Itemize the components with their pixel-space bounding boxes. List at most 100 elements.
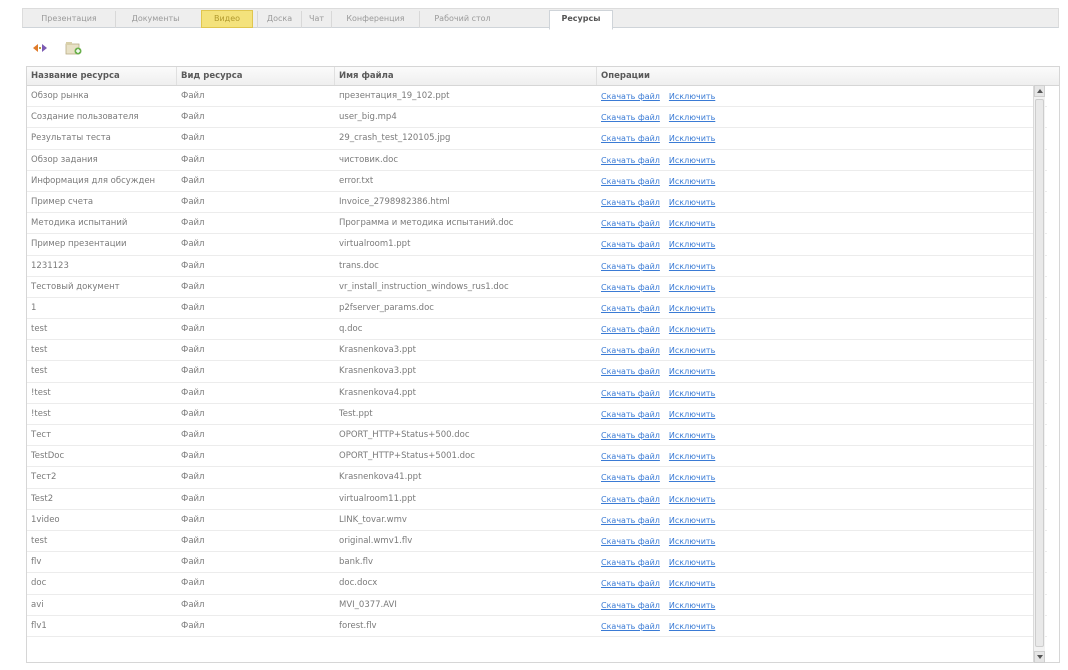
download-file-link[interactable]: Скачать файл (601, 622, 660, 631)
exclude-link[interactable]: Исключить (669, 198, 715, 207)
download-file-link[interactable]: Скачать файл (601, 367, 660, 376)
column-header-type[interactable]: Вид ресурса (177, 67, 335, 85)
file-name: p2fserver_params.doc (339, 302, 434, 313)
tab-conference[interactable]: Конференция (331, 11, 419, 28)
table-row[interactable]: Создание пользователя Файл user_big.mp4 Ска… (27, 107, 1047, 129)
exclude-link[interactable]: Исключить (669, 389, 715, 398)
exclude-link[interactable]: Исключить (669, 367, 715, 376)
table-row[interactable]: Методика испытаний Файл Программа и методи… (27, 213, 1047, 235)
table-row[interactable]: Пример счета Файл Invoice_2798982386.html С… (27, 192, 1047, 214)
download-file-link[interactable]: Скачать файл (601, 495, 660, 504)
table-row[interactable]: test Файл original.wmv1.flv Скачать файл Иск… (27, 531, 1047, 553)
download-file-link[interactable]: Скачать файл (601, 601, 660, 610)
exclude-link[interactable]: Исключить (669, 92, 715, 101)
download-file-link[interactable]: Скачать файл (601, 283, 660, 292)
exclude-link[interactable]: Исключить (669, 283, 715, 292)
table-row[interactable]: test Файл q.doc Скачать файл Исключить (27, 319, 1047, 341)
exclude-link[interactable]: Исключить (669, 156, 715, 165)
exclude-link[interactable]: Исключить (669, 473, 715, 482)
table-row[interactable]: !test Файл Test.ppt Скачать файл Исключить (27, 404, 1047, 425)
tab-documents[interactable]: Документы (115, 11, 195, 28)
exclude-link[interactable]: Исключить (669, 134, 715, 143)
download-file-link[interactable]: Скачать файл (601, 304, 660, 313)
vertical-scrollbar[interactable] (1033, 85, 1045, 663)
tab-desktop[interactable]: Рабочий стол (419, 11, 505, 28)
download-file-link[interactable]: Скачать файл (601, 92, 660, 101)
exclude-link[interactable]: Исключить (669, 431, 715, 440)
table-row[interactable]: Пример презентации Файл virtualroom1.ppt Ск… (27, 234, 1047, 256)
exclude-link[interactable]: Исключить (669, 495, 715, 504)
exclude-link[interactable]: Исключить (669, 240, 715, 249)
tab-resources[interactable]: Ресурсы (549, 10, 613, 30)
exclude-link[interactable]: Исключить (669, 346, 715, 355)
exclude-link[interactable]: Исключить (669, 219, 715, 228)
table-row[interactable]: avi Файл MVI_0377.AVI Скачать файл Исключить (27, 595, 1047, 616)
tab-chat[interactable]: Чат (301, 11, 331, 28)
scroll-up-icon[interactable] (1034, 85, 1045, 97)
download-file-link[interactable]: Скачать файл (601, 537, 660, 546)
table-row[interactable]: test Файл Krasnenkova3.ppt Скачать файл Искл… (27, 361, 1047, 383)
download-file-link[interactable]: Скачать файл (601, 389, 660, 398)
download-file-link[interactable]: Скачать файл (601, 473, 660, 482)
download-file-link[interactable]: Скачать файл (601, 579, 660, 588)
table-row[interactable]: Тест Файл OPORT_HTTP+Status+500.doc Скачать… (27, 425, 1047, 447)
exclude-link[interactable]: Исключить (669, 262, 715, 271)
file-name: Программа и методика испытаний.doc (339, 218, 514, 229)
add-folder-icon[interactable] (64, 39, 84, 57)
exclude-link[interactable]: Исключить (669, 452, 715, 461)
exclude-link[interactable]: Исключить (669, 516, 715, 525)
table-row[interactable]: Test2 Файл virtualroom11.ppt Скачать файл Ис… (27, 489, 1047, 510)
column-header-operations[interactable]: Операции (597, 67, 1059, 85)
table-row[interactable]: 1video Файл LINK_tovar.wmv Скачать файл Искл… (27, 510, 1047, 531)
table-row[interactable]: TestDoc Файл OPORT_HTTP+Status+5001.doc Ска… (27, 446, 1047, 468)
table-row[interactable]: 1 Файл p2fserver_params.doc Скачать файл Иск… (27, 298, 1047, 320)
tab-board[interactable]: Доска (257, 11, 301, 28)
exclude-link[interactable]: Исключить (669, 622, 715, 631)
table-row[interactable]: doc Файл doc.docx Скачать файл Исключить (27, 573, 1047, 595)
exclude-link[interactable]: Исключить (669, 410, 715, 419)
table-row[interactable]: Обзор задания Файл чистовик.doc Скачать фай… (27, 150, 1047, 171)
download-file-link[interactable]: Скачать файл (601, 325, 660, 334)
table-row[interactable]: Тест2 Файл Krasnenkova41.ppt Скачать файл Ис… (27, 467, 1047, 489)
column-header-name[interactable]: Название ресурса (27, 67, 177, 85)
exclude-link[interactable]: Исключить (669, 325, 715, 334)
download-file-link[interactable]: Скачать файл (601, 346, 660, 355)
download-file-link[interactable]: Скачать файл (601, 198, 660, 207)
tab-video[interactable]: Видео (201, 10, 253, 28)
exclude-link[interactable]: Исключить (669, 177, 715, 186)
resource-name: 1231123 (31, 260, 69, 271)
file-name: LINK_tovar.wmv (339, 514, 407, 525)
download-file-link[interactable]: Скачать файл (601, 113, 660, 122)
column-header-file[interactable]: Имя файла (335, 67, 597, 85)
download-file-link[interactable]: Скачать файл (601, 219, 660, 228)
download-file-link[interactable]: Скачать файл (601, 558, 660, 567)
download-file-link[interactable]: Скачать файл (601, 516, 660, 525)
scroll-down-icon[interactable] (1034, 651, 1045, 663)
exclude-link[interactable]: Исключить (669, 537, 715, 546)
download-file-link[interactable]: Скачать файл (601, 262, 660, 271)
download-file-link[interactable]: Скачать файл (601, 431, 660, 440)
table-row[interactable]: !test Файл Krasnenkova4.ppt Скачать файл Иск… (27, 383, 1047, 404)
exclude-link[interactable]: Исключить (669, 579, 715, 588)
exclude-link[interactable]: Исключить (669, 601, 715, 610)
download-file-link[interactable]: Скачать файл (601, 410, 660, 419)
download-file-link[interactable]: Скачать файл (601, 134, 660, 143)
table-row[interactable]: Информация для обсужден Файл error.txt Скач… (27, 171, 1047, 192)
exclude-link[interactable]: Исключить (669, 558, 715, 567)
table-row[interactable]: Тестовый документ Файл vr_install_instruct… (27, 277, 1047, 298)
tab-presentation[interactable]: Презентация (23, 11, 115, 28)
exclude-link[interactable]: Исключить (669, 113, 715, 122)
table-row[interactable]: flv1 Файл forest.flv Скачать файл Исключить (27, 616, 1047, 637)
exclude-link[interactable]: Исключить (669, 304, 715, 313)
swap-arrows-icon[interactable] (30, 39, 50, 57)
scrollbar-thumb[interactable] (1035, 99, 1044, 647)
download-file-link[interactable]: Скачать файл (601, 452, 660, 461)
table-row[interactable]: flv Файл bank.flv Скачать файл Исключить (27, 552, 1047, 574)
table-row[interactable]: Обзор рынка Файл презентация_19_102.ppt Ска… (27, 86, 1047, 108)
table-row[interactable]: test Файл Krasnenkova3.ppt Скачать файл Искл… (27, 340, 1047, 362)
download-file-link[interactable]: Скачать файл (601, 156, 660, 165)
table-row[interactable]: 1231123 Файл trans.doc Скачать файл Исключит… (27, 256, 1047, 277)
table-row[interactable]: Результаты теста Файл 29_crash_test_120105… (27, 128, 1047, 150)
download-file-link[interactable]: Скачать файл (601, 177, 660, 186)
download-file-link[interactable]: Скачать файл (601, 240, 660, 249)
